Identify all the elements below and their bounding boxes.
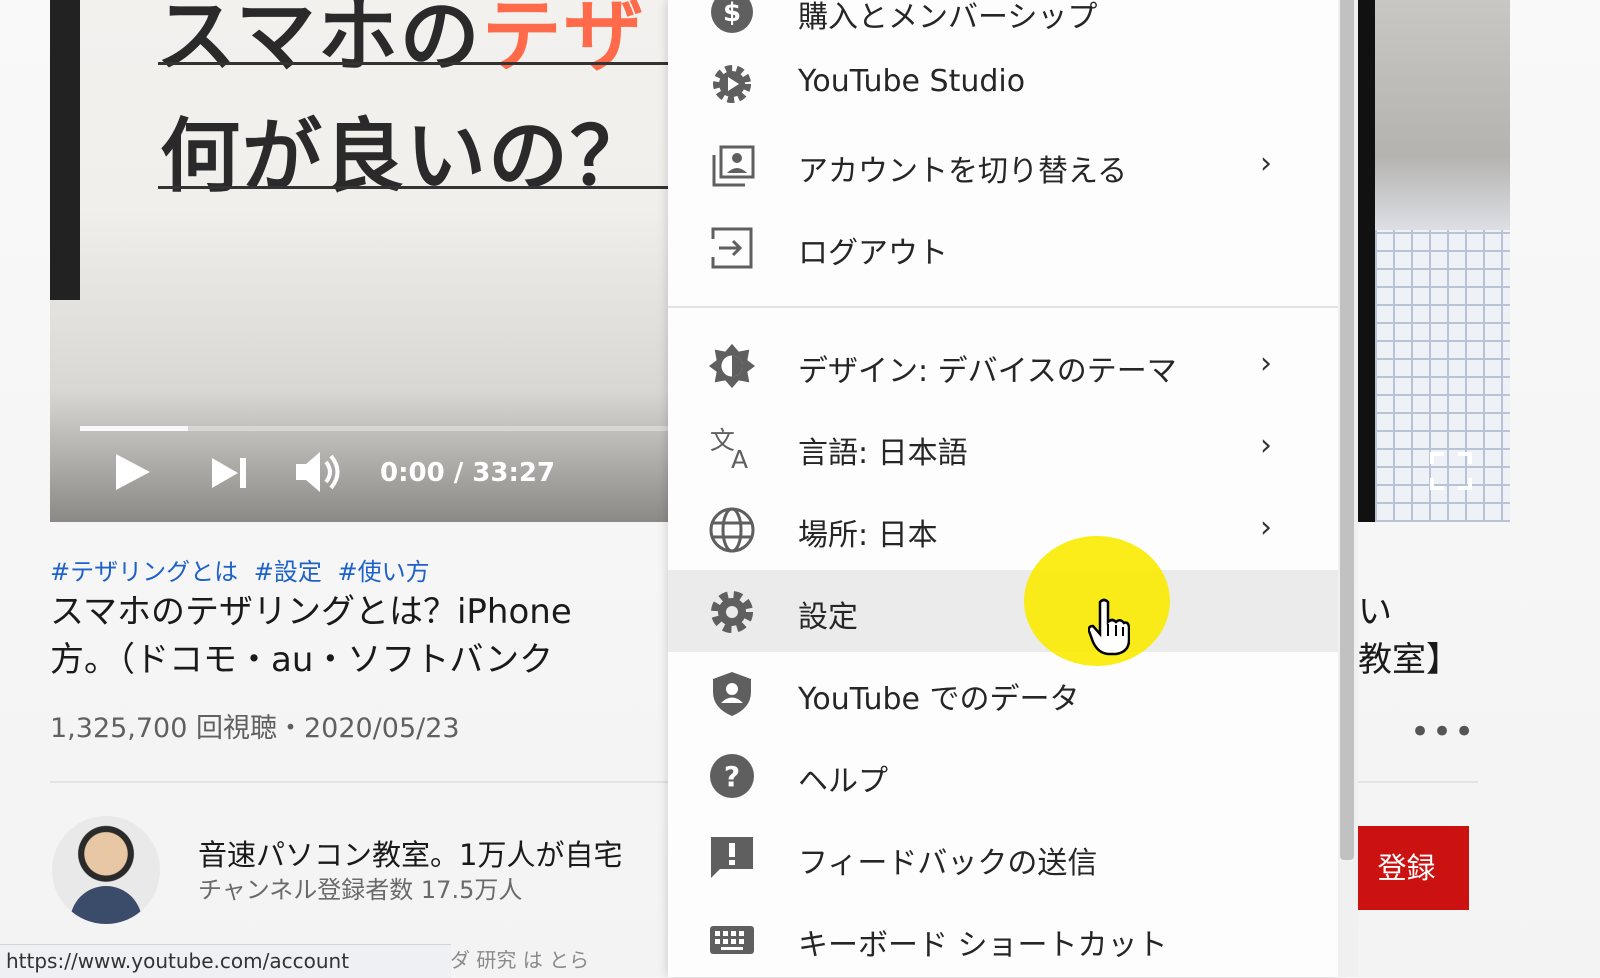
frame-edge bbox=[50, 0, 80, 300]
menu-item-keyboard-shortcuts[interactable]: キーボード ショートカット bbox=[668, 898, 1338, 977]
menu-item-label: 場所: 日本 bbox=[798, 518, 938, 553]
svg-text:?: ? bbox=[724, 760, 740, 793]
channel-avatar[interactable] bbox=[52, 816, 160, 924]
menu-item-label: キーボード ショートカット bbox=[798, 928, 1168, 963]
menu-item-label: YouTube Studio bbox=[798, 64, 1026, 99]
menu-item-feedback[interactable]: フィードバックの送信 bbox=[668, 816, 1338, 898]
fullscreen-icon[interactable] bbox=[1430, 452, 1472, 490]
menu-item-logout[interactable]: ログアウト bbox=[668, 206, 1338, 288]
gear-icon bbox=[708, 590, 756, 634]
menu-item-label: 言語: 日本語 bbox=[798, 436, 968, 471]
hashtags: #テザリングとは #設定 #使い方 bbox=[50, 552, 438, 587]
subscribe-button[interactable]: 登録 bbox=[1344, 826, 1469, 910]
menu-item-your-data[interactable]: YouTube でのデータ bbox=[668, 652, 1338, 734]
avatar-body bbox=[70, 886, 142, 924]
thumbnail-underline bbox=[158, 62, 678, 65]
svg-text:$: $ bbox=[723, 0, 741, 28]
hand-cursor-icon bbox=[1088, 598, 1130, 656]
menu-item-label: YouTube でのデータ bbox=[798, 682, 1080, 717]
video-title-line1-tail: い bbox=[1358, 592, 1392, 632]
menu-item-label: フィードバックの送信 bbox=[798, 846, 1098, 881]
video-frame: スマホのテザ 何が良いの？ bbox=[50, 0, 690, 522]
chevron-right-icon: › bbox=[1260, 346, 1272, 381]
menu-divider bbox=[668, 306, 1338, 308]
channel-name[interactable]: 音速パソコン教室。1万人が自宅 bbox=[198, 832, 622, 874]
chevron-right-icon: › bbox=[1260, 146, 1272, 181]
menu-item-label: 設定 bbox=[798, 600, 858, 635]
status-bar-text: ダ 研究 は とら bbox=[450, 948, 590, 972]
thumbnail-text-line1: スマホのテザ bbox=[156, 0, 646, 83]
switch-account-icon bbox=[708, 144, 756, 188]
help-icon: ? bbox=[708, 754, 756, 798]
subscriber-count: チャンネル登録者数 17.5万人 bbox=[198, 876, 523, 904]
menu-item-help[interactable]: ? ヘルプ bbox=[668, 734, 1338, 816]
chevron-right-icon: › bbox=[1260, 510, 1272, 545]
shield-person-icon bbox=[708, 672, 756, 716]
hashtag-link[interactable]: #設定 bbox=[254, 558, 322, 586]
translate-icon: 文A bbox=[708, 426, 756, 473]
svg-text:A: A bbox=[731, 445, 748, 473]
feedback-icon bbox=[708, 836, 756, 880]
presenter-image bbox=[1375, 0, 1510, 522]
status-bar-url: https://www.youtube.com/account bbox=[0, 944, 451, 978]
volume-icon[interactable] bbox=[294, 450, 344, 494]
menu-scrollbar-thumb[interactable] bbox=[1340, 0, 1354, 860]
menu-item-label: ログアウト bbox=[798, 236, 948, 271]
menu-item-label: デザイン: デバイスのテーマ bbox=[798, 354, 1177, 389]
menu-item-youtube-studio[interactable]: YouTube Studio bbox=[668, 42, 1338, 124]
account-menu: $ 購入とメンバーシップ YouTube Studio アカウントを切り替える … bbox=[668, 0, 1338, 977]
menu-item-language[interactable]: 文A 言語: 日本語 › bbox=[668, 406, 1338, 488]
next-icon[interactable] bbox=[210, 456, 250, 490]
menu-item-switch-account[interactable]: アカウントを切り替える › bbox=[668, 124, 1338, 206]
hashtag-link[interactable]: #テザリングとは bbox=[50, 558, 238, 586]
youtube-watch-page: スマホのテザ 何が良いの？ 0:00 / 33:27 #テザリングとは #設定 bbox=[0, 0, 1600, 978]
keyboard-icon bbox=[708, 918, 756, 962]
globe-icon bbox=[708, 507, 756, 553]
more-actions-button[interactable]: ••• bbox=[1410, 712, 1476, 752]
theme-icon bbox=[708, 343, 756, 389]
play-icon[interactable] bbox=[112, 452, 152, 492]
view-count-date: 1,325,700 回視聴・2020/05/23 bbox=[50, 713, 460, 744]
menu-item-label: ヘルプ bbox=[798, 764, 888, 799]
menu-item-label: アカウントを切り替える bbox=[798, 154, 1128, 189]
thumbnail-text-line2: 何が良いの？ bbox=[160, 110, 652, 203]
gear-studio-icon bbox=[708, 62, 756, 106]
time-display: 0:00 / 33:27 bbox=[380, 458, 556, 488]
chevron-right-icon: › bbox=[1260, 428, 1272, 463]
thumbnail-underline bbox=[158, 186, 678, 189]
logout-icon bbox=[708, 226, 756, 270]
menu-item-label: 購入とメンバーシップ bbox=[798, 0, 1098, 35]
hashtag-link[interactable]: #使い方 bbox=[338, 558, 430, 586]
video-title-line2-tail: 教室】 bbox=[1358, 640, 1460, 680]
progress-buffer bbox=[80, 426, 188, 431]
menu-item-settings[interactable]: 設定 bbox=[668, 570, 1338, 652]
dollar-icon: $ bbox=[708, 0, 756, 34]
menu-item-location[interactable]: 場所: 日本 › bbox=[668, 488, 1338, 570]
menu-item-theme[interactable]: デザイン: デバイスのテーマ › bbox=[668, 324, 1338, 406]
